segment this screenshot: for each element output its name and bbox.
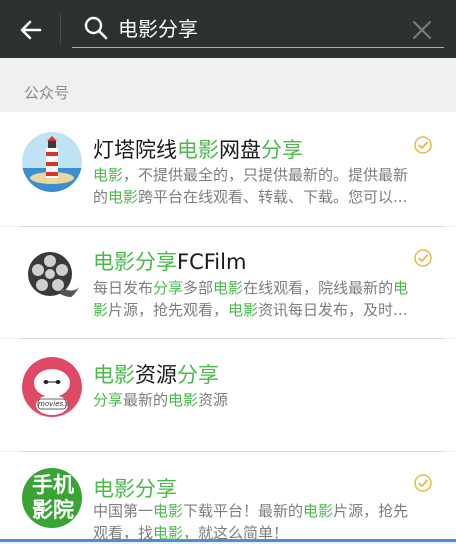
search-input-underline bbox=[72, 47, 444, 48]
section-header: 公众号 bbox=[0, 76, 456, 110]
result-description: 分享最新的电影资源 bbox=[93, 389, 433, 411]
film-reel-icon bbox=[28, 252, 80, 297]
lighthouse-icon bbox=[22, 132, 82, 192]
list-item[interactable]: 电影分享FCFilm 每日发布分享多部电影在线观看，院线最新的电 影片源，抢先观… bbox=[0, 227, 456, 338]
desc-highlight: 分享 bbox=[93, 391, 124, 409]
desc-highlight: 电影 bbox=[168, 391, 199, 409]
result-name: 灯塔院线电影网盘分享 bbox=[93, 134, 303, 164]
search-input[interactable]: 电影分享 bbox=[118, 15, 198, 43]
desc-part: 资源 bbox=[198, 391, 229, 409]
result-name: 电影分享 bbox=[93, 473, 177, 503]
verified-check-icon bbox=[414, 136, 432, 154]
desc-part: 的 bbox=[93, 188, 109, 206]
desc-part: 最新的 bbox=[123, 391, 169, 409]
verified-check-icon bbox=[414, 474, 432, 492]
avatar-text: 手机影院 bbox=[32, 473, 74, 522]
robot-icon bbox=[34, 369, 70, 415]
name-part: 灯塔院线 bbox=[93, 138, 177, 162]
name-highlight: 分享 bbox=[177, 363, 219, 387]
list-item[interactable]: 手机影院 电影分享 中国第一电影下载平台！最新的电影片源，抢先 观看，找电影，就… bbox=[0, 452, 456, 542]
result-description: 每日发布分享多部电影在线观看，院线最新的电 影片源，抢先观看，电影资讯每日发布，… bbox=[93, 277, 433, 321]
desc-highlight: 分享 bbox=[153, 279, 184, 297]
toolbar-separator bbox=[60, 14, 61, 44]
film-reel-avatar bbox=[22, 244, 82, 304]
desc-part: 资讯每日发布，及时... bbox=[258, 301, 408, 319]
name-highlight: 电影 bbox=[177, 138, 219, 162]
result-description: 电影，不提供最全的，只提供最新的。提供最新 的电影跨平台在线观看、转载、下载。您… bbox=[93, 164, 433, 208]
name-highlight: 分享 bbox=[261, 138, 303, 162]
list-item[interactable]: 灯塔院线电影网盘分享 电影，不提供最全的，只提供最新的。提供最新 的电影跨平台在… bbox=[0, 112, 456, 226]
desc-part: 片源，抢先 bbox=[333, 502, 409, 520]
phone-cinema-avatar: 手机影院 bbox=[22, 468, 82, 528]
desc-part: 每日发布 bbox=[93, 279, 154, 297]
avatar-text: movies.s bbox=[38, 400, 70, 408]
top-bar: 电影分享 bbox=[0, 0, 456, 58]
name-highlight: 电影分享 bbox=[93, 250, 177, 274]
desc-highlight: 电影 bbox=[303, 502, 334, 520]
result-name: 电影分享FCFilm bbox=[93, 246, 246, 276]
desc-highlight: 电影 bbox=[213, 279, 244, 297]
desc-part: 在线观看，院线最新的 bbox=[243, 279, 394, 297]
desc-part: 跨平台在线观看、转载、下载。您可以... bbox=[138, 188, 408, 206]
name-part: 资源 bbox=[135, 363, 177, 387]
section-label: 公众号 bbox=[24, 84, 70, 102]
desc-highlight: 影 bbox=[93, 301, 109, 319]
search-icon bbox=[84, 16, 108, 40]
verified-check-icon bbox=[414, 249, 432, 267]
name-highlight: 电影 bbox=[93, 363, 135, 387]
desc-part: 多部 bbox=[183, 279, 214, 297]
name-part: FCFilm bbox=[177, 250, 247, 274]
desc-part: 下载平台！最新的 bbox=[183, 502, 304, 520]
name-highlight: 电影分享 bbox=[93, 477, 177, 501]
desc-part: 中国第一 bbox=[93, 502, 154, 520]
desc-part: 片源，抢先观看， bbox=[108, 301, 229, 319]
lighthouse-avatar bbox=[22, 132, 82, 192]
result-name: 电影资源分享 bbox=[93, 359, 219, 389]
result-description: 中国第一电影下载平台！最新的电影片源，抢先 观看，找电影，就这么简单！ bbox=[93, 500, 433, 544]
desc-highlight: 电影 bbox=[93, 166, 124, 184]
desc-highlight: 电影 bbox=[228, 301, 259, 319]
back-arrow-icon[interactable] bbox=[14, 13, 48, 47]
desc-highlight: 电 bbox=[393, 279, 409, 297]
name-part: 网盘 bbox=[219, 138, 261, 162]
desc-highlight: 电影 bbox=[153, 502, 184, 520]
robot-avatar: movies.s bbox=[22, 357, 82, 417]
desc-highlight: 电影 bbox=[108, 188, 139, 206]
desc-part: ，不提供最全的，只提供最新的。提供最新 bbox=[123, 166, 409, 184]
list-item[interactable]: movies.s 电影资源分享 分享最新的电影资源 bbox=[0, 339, 456, 451]
clear-icon[interactable] bbox=[410, 18, 434, 42]
